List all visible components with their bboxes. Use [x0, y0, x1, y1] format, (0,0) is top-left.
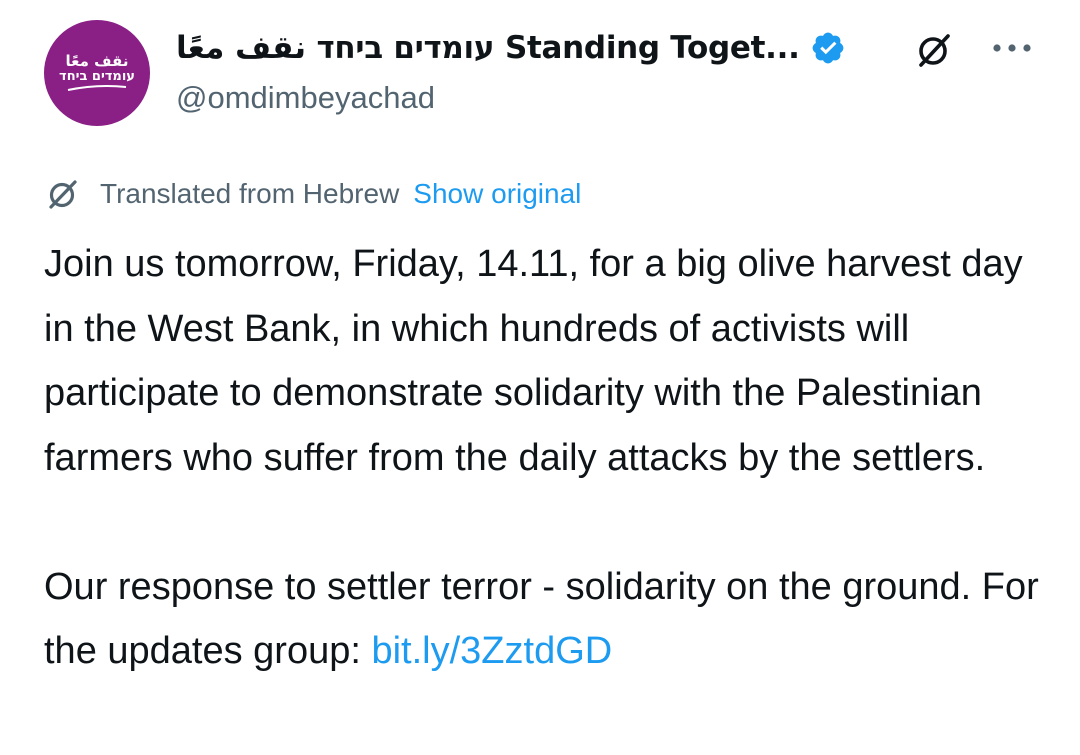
translation-bar: Translated from Hebrew Show original — [44, 172, 581, 216]
translated-from-label: Translated from Hebrew — [100, 178, 400, 209]
avatar[interactable]: نقف معًا עומדים ביחד — [44, 20, 150, 126]
avatar-logo-text-hebrew: עומדים ביחד — [59, 68, 135, 84]
more-icon[interactable] — [990, 28, 1034, 68]
display-name[interactable]: עומדים ביחד نقف معًا Standing Toget... — [176, 30, 800, 66]
tweet-paragraph-1: Join us tomorrow, Friday, 14.11, for a b… — [44, 243, 1023, 479]
verified-badge-icon — [812, 32, 843, 64]
avatar-swoosh-icon — [67, 85, 127, 92]
updates-group-link[interactable]: bit.ly/3ZztdGD — [371, 630, 612, 672]
user-handle[interactable]: @omdimbeyachad — [176, 80, 435, 116]
tweet-text: Join us tomorrow, Friday, 14.11, for a b… — [44, 232, 1054, 684]
grok-icon[interactable] — [912, 28, 956, 72]
show-original-link[interactable]: Show original — [413, 178, 581, 210]
header-name-row: עומדים ביחד نقف معًا Standing Toget... — [176, 24, 846, 72]
tweet-paragraph-2: Our response to settler terror - solidar… — [44, 555, 1054, 684]
translate-icon — [49, 180, 77, 209]
avatar-logo-text-arabic: نقف معًا — [65, 51, 129, 70]
more-dots-icon — [993, 44, 1031, 52]
